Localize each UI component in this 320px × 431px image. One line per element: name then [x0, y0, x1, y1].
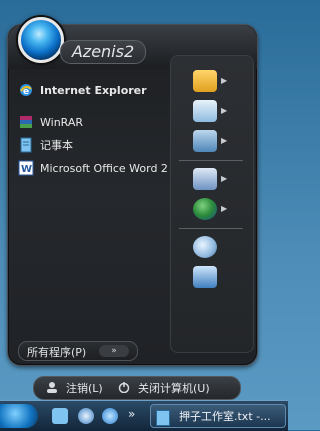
run-icon[interactable]	[193, 266, 217, 288]
clock-document-icon[interactable]	[193, 100, 217, 122]
chevron-right-icon: ▶	[221, 136, 228, 145]
word-icon: W	[18, 160, 34, 176]
program-internet-explorer[interactable]: e Internet Explorer	[18, 79, 168, 101]
program-label: Internet Explorer	[40, 83, 147, 97]
program-label: WinRAR	[40, 115, 84, 129]
computer-icon[interactable]	[193, 130, 217, 152]
svg-text:e: e	[23, 87, 29, 97]
chevron-right-icon: ▶	[221, 174, 228, 183]
ie-quicklaunch-icon[interactable]	[102, 408, 118, 424]
program-notepad[interactable]: 记事本	[18, 134, 168, 156]
notepad-task-icon	[156, 410, 170, 426]
shutdown-button[interactable]: 关闭计算机(U)	[138, 380, 210, 396]
taskbar-task-button[interactable]: 押子工作室.txt -...	[150, 404, 286, 428]
svg-text:W: W	[21, 164, 32, 175]
separator	[179, 160, 243, 161]
internet-explorer-icon: e	[20, 84, 32, 97]
double-chevron-icon: »	[99, 345, 129, 357]
network-globe-icon[interactable]	[193, 198, 217, 220]
chevron-right-icon: ▶	[221, 76, 228, 85]
all-programs-label: 所有程序(P)	[27, 346, 87, 359]
user-orb-icon[interactable]	[18, 17, 64, 63]
search-icon[interactable]	[193, 236, 217, 258]
programs-list: e Internet Explorer WinRAR 记事本 W Microso…	[14, 73, 169, 341]
session-bar: 注销(L) 关闭计算机(U)	[33, 376, 241, 400]
power-icon	[118, 382, 130, 393]
winrar-icon	[20, 116, 32, 128]
media-quicklaunch-icon[interactable]	[78, 408, 94, 424]
start-button[interactable]	[0, 404, 38, 428]
start-menu: Azenis2 e Internet Explorer WinRAR 记事本 W	[7, 17, 258, 366]
program-label: 记事本	[40, 139, 73, 152]
taskbar: » 押子工作室.txt -...	[0, 400, 288, 431]
quicklaunch-more-icon[interactable]: »	[128, 407, 135, 421]
program-winrar[interactable]: WinRAR	[18, 111, 168, 133]
chevron-right-icon: ▶	[221, 204, 228, 213]
notepad-icon	[20, 137, 32, 153]
notepad-quicklaunch-icon[interactable]	[52, 408, 68, 424]
all-programs-button[interactable]: 所有程序(P) »	[18, 341, 138, 361]
folder-icon[interactable]	[193, 70, 217, 92]
program-label: Microsoft Office Word 2...	[40, 161, 168, 175]
places-panel: ▶ ▶ ▶ ▶ ▶	[170, 55, 254, 353]
separator	[179, 228, 243, 229]
logoff-button[interactable]: 注销(L)	[66, 380, 103, 396]
control-panel-icon[interactable]	[193, 168, 217, 190]
chevron-right-icon: ▶	[221, 106, 228, 115]
user-logoff-icon	[47, 382, 57, 393]
program-word[interactable]: W Microsoft Office Word 2...	[18, 157, 168, 179]
username-label: Azenis2	[60, 40, 146, 64]
